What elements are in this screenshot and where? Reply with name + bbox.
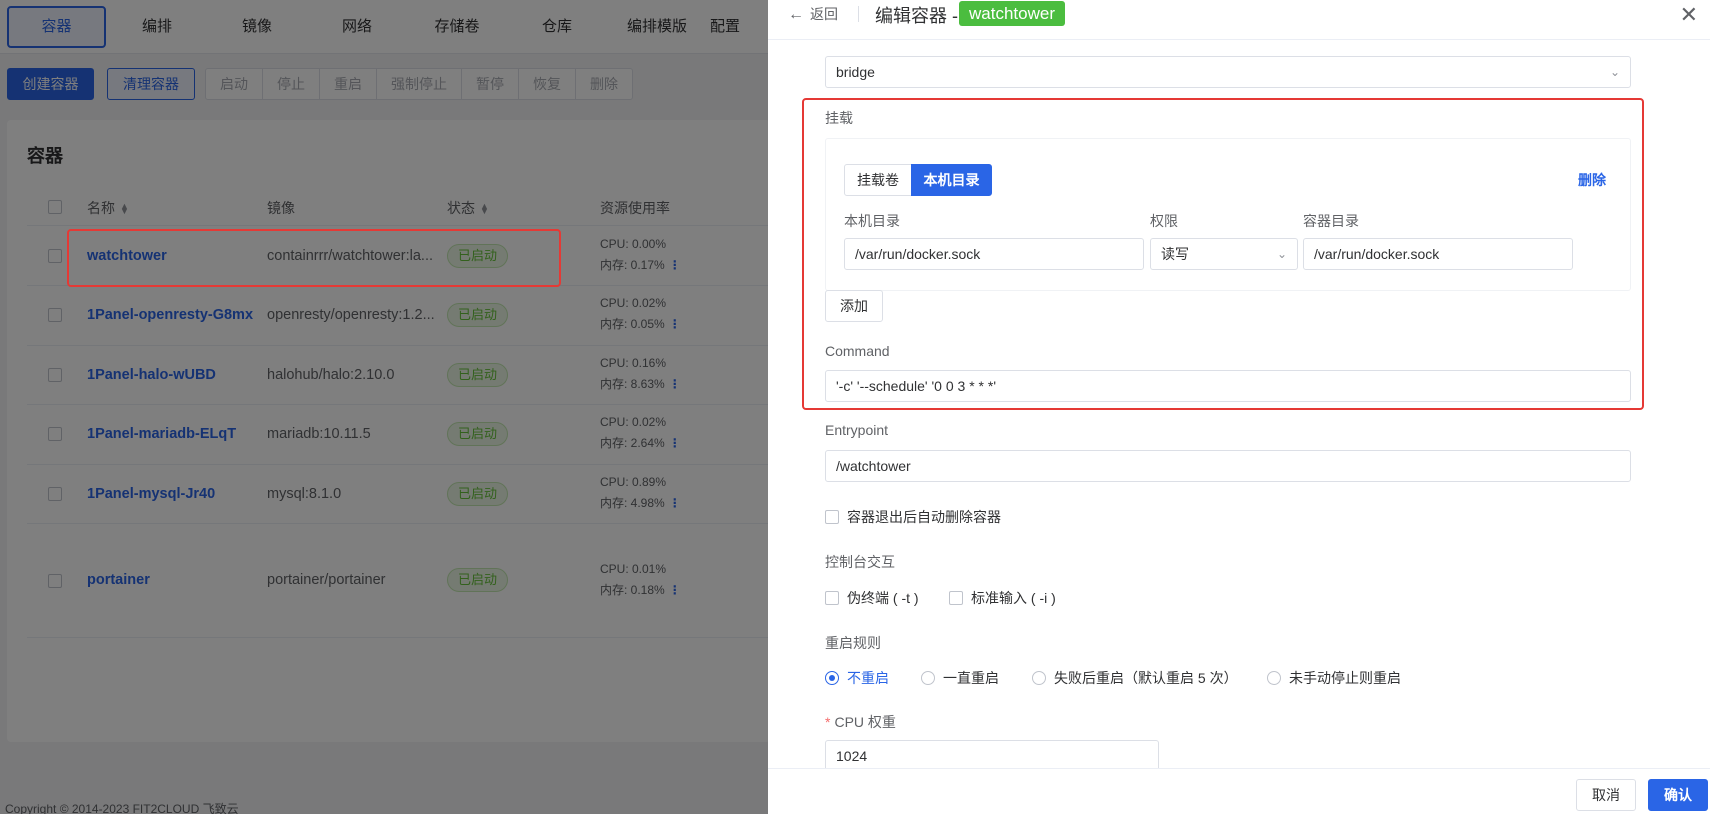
confirm-button[interactable]: 确认 — [1648, 779, 1708, 811]
permission-value: 读写 — [1161, 246, 1189, 262]
auto-remove-checkbox[interactable]: 容器退出后自动删除容器 — [825, 507, 1001, 527]
restart-no-radio[interactable]: 不重启 — [825, 668, 889, 688]
mount-host-dir-tab[interactable]: 本机目录 — [911, 164, 992, 196]
cpu-weight-label: * CPU 权重 — [825, 712, 896, 732]
mount-volume-tab[interactable]: 挂载卷 — [844, 164, 912, 196]
tty-checkbox[interactable]: 伪终端 ( -t ) — [825, 588, 919, 608]
radio-icon — [1267, 671, 1281, 685]
delete-mount-link[interactable]: 删除 — [1578, 170, 1606, 190]
checkbox-icon — [825, 591, 839, 605]
highlight-box — [67, 229, 561, 287]
back-button[interactable]: ← 返回 — [788, 4, 838, 24]
chevron-down-icon: ⌄ — [1609, 65, 1620, 79]
required-icon: * — [825, 714, 831, 730]
restart-always-label: 一直重启 — [943, 670, 999, 686]
restart-no-label: 不重启 — [847, 670, 889, 686]
cancel-button[interactable]: 取消 — [1576, 779, 1636, 811]
command-label: Command — [825, 343, 890, 359]
host-dir-input[interactable]: /var/run/docker.sock — [844, 238, 1144, 270]
divider — [858, 6, 859, 22]
checkbox-icon — [949, 591, 963, 605]
restart-on-failure-label: 失败后重启（默认重启 5 次） — [1054, 670, 1238, 686]
stdin-label: 标准输入 ( -i ) — [971, 590, 1056, 606]
entrypoint-label: Entrypoint — [825, 422, 889, 438]
stdin-checkbox[interactable]: 标准输入 ( -i ) — [949, 588, 1056, 608]
chevron-down-icon: ⌄ — [1276, 247, 1287, 261]
radio-icon — [921, 671, 935, 685]
container-page: 容器 编排 镜像 网络 存储卷 仓库 编排模版 配置 创建容器 清理容器 启动 … — [0, 0, 770, 814]
drawer-header: ← 返回 编辑容器 - watchtower ✕ — [768, 0, 1710, 40]
drawer-footer: 取消 确认 — [768, 768, 1710, 814]
radio-icon — [825, 671, 839, 685]
host-dir-label: 本机目录 — [844, 213, 900, 229]
restart-always-radio[interactable]: 一直重启 — [921, 668, 999, 688]
console-label: 控制台交互 — [825, 554, 895, 570]
back-label: 返回 — [810, 6, 838, 22]
restart-unless-stopped-radio[interactable]: 未手动停止则重启 — [1267, 668, 1401, 688]
close-icon[interactable]: ✕ — [1680, 2, 1698, 28]
network-select[interactable]: bridge ⌄ — [825, 56, 1631, 88]
restart-policy-label: 重启规则 — [825, 635, 881, 651]
restart-on-failure-radio[interactable]: 失败后重启（默认重启 5 次） — [1032, 668, 1238, 688]
container-dir-input[interactable]: /var/run/docker.sock — [1303, 238, 1573, 270]
entrypoint-input[interactable]: /watchtower — [825, 450, 1631, 482]
checkbox-icon — [825, 510, 839, 524]
container-dir-label: 容器目录 — [1303, 213, 1359, 229]
mount-label: 挂载 — [825, 110, 853, 126]
network-value: bridge — [836, 64, 875, 80]
restart-unless-stopped-label: 未手动停止则重启 — [1289, 670, 1401, 686]
edit-container-drawer: ← 返回 编辑容器 - watchtower ✕ bridge ⌄ 挂载 挂载卷 … — [768, 0, 1710, 814]
command-input[interactable]: '-c' '--schedule' '0 0 3 * * *' — [825, 370, 1631, 402]
radio-icon — [1032, 671, 1046, 685]
mount-item: 挂载卷 本机目录 删除 本机目录 权限 容器目录 /var/run/docker… — [825, 138, 1631, 291]
add-mount-button[interactable]: 添加 — [825, 290, 883, 322]
container-name-tag: watchtower — [959, 1, 1065, 26]
permission-label: 权限 — [1150, 213, 1178, 229]
arrow-left-icon: ← — [788, 6, 804, 23]
tty-label: 伪终端 ( -t ) — [847, 590, 919, 606]
permission-select[interactable]: 读写 ⌄ — [1150, 238, 1298, 270]
modal-overlay[interactable] — [0, 0, 770, 814]
auto-remove-label: 容器退出后自动删除容器 — [847, 509, 1001, 525]
cpu-weight-text: CPU 权重 — [834, 714, 896, 730]
drawer-title: 编辑容器 - — [875, 6, 958, 26]
